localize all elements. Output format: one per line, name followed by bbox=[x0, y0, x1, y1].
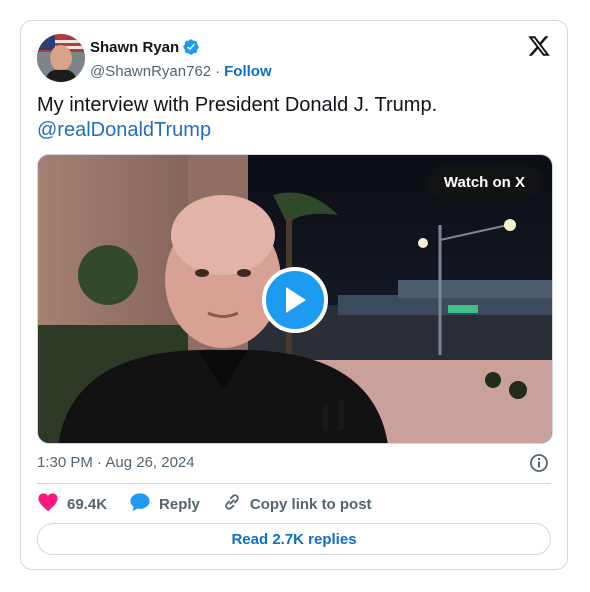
speech-bubble-icon bbox=[129, 492, 159, 516]
author-handle[interactable]: @ShawnRyan762 bbox=[90, 63, 211, 80]
heart-icon bbox=[37, 492, 67, 516]
follow-button[interactable]: Follow bbox=[224, 63, 272, 80]
play-icon[interactable] bbox=[262, 267, 328, 333]
mention-link[interactable]: @realDonaldTrump bbox=[37, 118, 547, 143]
timestamp[interactable]: 1:30 PM · Aug 26, 2024 bbox=[37, 454, 195, 471]
avatar[interactable] bbox=[37, 34, 85, 82]
separator-dot: · bbox=[215, 62, 221, 80]
author-block: Shawn Ryan @ShawnRyan762 · Follow bbox=[90, 37, 272, 81]
like-count: 69.4K bbox=[67, 495, 108, 513]
divider bbox=[37, 483, 551, 484]
tweet-text: My interview with President Donald J. Tr… bbox=[37, 93, 547, 143]
watch-on-x-button[interactable]: Watch on X bbox=[426, 167, 542, 198]
read-replies-button[interactable]: Read 2.7K replies bbox=[37, 523, 551, 555]
tweet-card: Shawn Ryan @ShawnRyan762 · Follow My int… bbox=[20, 20, 568, 570]
info-icon[interactable] bbox=[529, 453, 549, 473]
copy-link-label: Copy link to post bbox=[249, 495, 372, 513]
link-icon bbox=[222, 492, 250, 516]
verified-badge-icon bbox=[182, 38, 200, 56]
copy-link-button[interactable]: Copy link to post bbox=[222, 492, 372, 516]
like-button[interactable]: 69.4K bbox=[37, 492, 107, 516]
video-thumbnail[interactable]: Watch on X bbox=[37, 154, 553, 444]
action-bar: 69.4K Reply Copy link to post bbox=[37, 492, 394, 516]
reply-label: Reply bbox=[159, 495, 200, 513]
tweet-body: My interview with President Donald J. Tr… bbox=[37, 94, 438, 116]
x-logo-icon[interactable] bbox=[527, 34, 551, 58]
reply-button[interactable]: Reply bbox=[129, 492, 200, 516]
author-name[interactable]: Shawn Ryan bbox=[90, 39, 179, 56]
